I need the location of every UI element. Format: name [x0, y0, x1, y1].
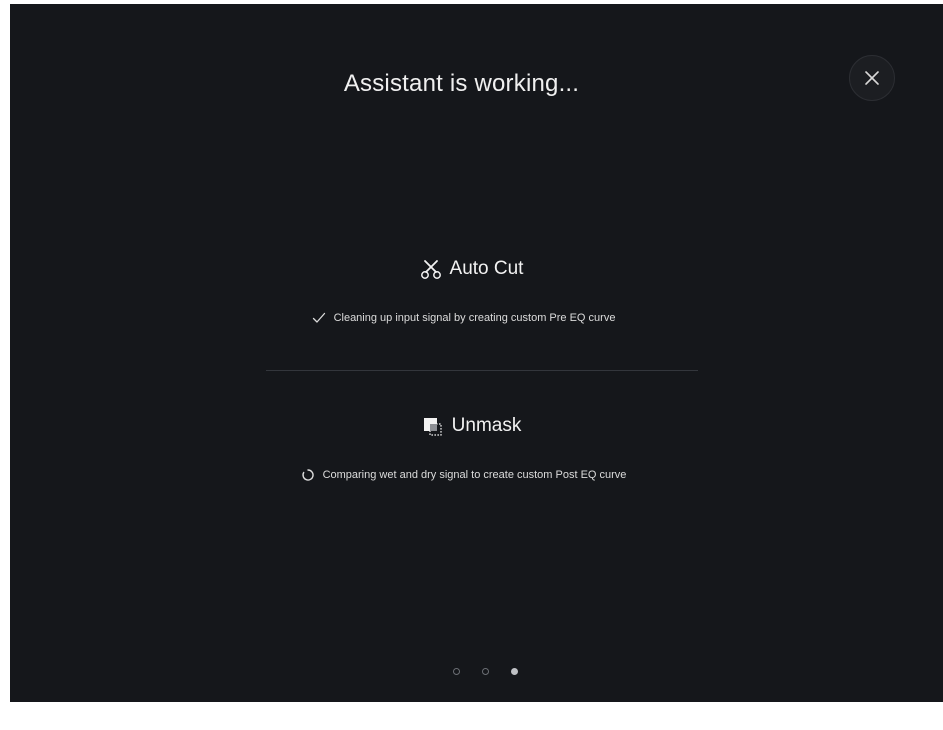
unmask-heading: Unmask — [0, 415, 943, 437]
unmask-status: Comparing wet and dry signal to create c… — [0, 468, 935, 482]
close-button[interactable] — [849, 55, 895, 101]
page-dot-1[interactable] — [453, 668, 460, 675]
assistant-dialog — [10, 4, 943, 702]
section-divider — [266, 370, 698, 371]
page-dot-3-active[interactable] — [511, 668, 518, 675]
autocut-status-text: Cleaning up input signal by creating cus… — [333, 312, 616, 324]
spinner-icon — [301, 468, 315, 482]
autocut-heading: Auto Cut — [0, 258, 943, 280]
dialog-title: Assistant is working... — [343, 70, 580, 97]
autocut-status: Cleaning up input signal by creating cus… — [0, 311, 935, 325]
scissors-icon — [420, 258, 442, 280]
unmask-status-text: Comparing wet and dry signal to create c… — [322, 469, 627, 481]
autocut-title: Auto Cut — [449, 258, 524, 279]
page-dot-2[interactable] — [482, 668, 489, 675]
window-left-edge — [0, 0, 10, 730]
checkmark-icon — [312, 311, 326, 325]
close-icon — [865, 71, 879, 85]
unmask-title: Unmask — [451, 415, 522, 436]
unmask-icon — [422, 415, 444, 437]
page-indicator — [14, 668, 943, 675]
